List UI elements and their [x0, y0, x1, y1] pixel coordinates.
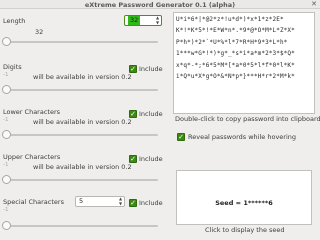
lower-include-label: Include [139, 110, 163, 118]
upper-include-checkbox[interactable]: ✓ [129, 155, 137, 163]
password-entry[interactable]: i*Q*u*X*g*O*&*N*p*}***H*r*2*M*k* [174, 71, 314, 82]
lower-note: will be available in version 0.2 [33, 118, 132, 126]
password-entry[interactable]: P*h*)*2*`*U*%*l*7*R*H*9*3*L*h* [174, 37, 314, 48]
special-min-value: -1 [3, 207, 9, 213]
digits-label: Digits [3, 63, 22, 71]
digits-min-value: -1 [3, 72, 9, 78]
seed-hint: Click to display the seed [205, 226, 285, 234]
length-slider-value: 32 [35, 28, 44, 36]
password-entry[interactable]: x*q*-*;*6*5*M*[*a*0*5*l*f*0*l*K* [174, 60, 314, 71]
title-bar: eXtreme Password Generator 0.1 (alpha) ✕ [0, 0, 320, 9]
spin-arrows-icon[interactable]: ▲ ▼ [155, 15, 160, 25]
upper-min-value: -1 [3, 162, 9, 168]
reveal-label: Reveal passwords while hovering [188, 133, 297, 141]
upper-slider-handle[interactable] [2, 175, 11, 184]
upper-slider-track[interactable] [8, 179, 158, 181]
lower-min-value: -1 [3, 117, 9, 123]
upper-note: will be available in version 0.2 [33, 163, 132, 171]
digits-note: will be available in version 0.2 [33, 73, 132, 81]
digits-slider-handle[interactable] [2, 85, 11, 94]
seed-text: Seed = 1******6 [215, 199, 273, 207]
upper-include-label: Include [139, 155, 163, 163]
password-entry[interactable]: K*!*K*5*!*E*W*n*.*9*@*O*M*L*Z*X* [174, 25, 314, 36]
seed-display[interactable]: Seed = 1******6 [176, 170, 312, 225]
digits-slider-track[interactable] [8, 89, 158, 91]
spin-arrows-icon[interactable]: ▲ ▼ [118, 196, 123, 206]
digits-include-checkbox[interactable]: ✓ [129, 65, 137, 73]
special-include-label: Include [139, 199, 163, 207]
upper-label: Upper Characters [3, 153, 61, 161]
lower-slider-handle[interactable] [2, 130, 11, 139]
length-slider-handle[interactable] [2, 37, 11, 46]
special-value: 5 [79, 197, 84, 205]
window-title: eXtreme Password Generator 0.1 (alpha) [84, 1, 236, 9]
password-entry[interactable]: U*i*6*|*@2*z*!u*d*)*x*1*z*2E* [174, 14, 314, 25]
special-slider-track[interactable] [8, 225, 158, 227]
special-spinbox[interactable]: 5 ▲ ▼ [75, 196, 125, 207]
lower-include-checkbox[interactable]: ✓ [129, 110, 137, 118]
password-list[interactable]: U*i*6*|*@2*z*!u*d*)*x*1*z*2E* K*!*K*5*!*… [173, 12, 315, 114]
length-label: Length [3, 17, 26, 25]
copy-hint: Double-click to copy password into clipb… [175, 115, 320, 123]
special-label: Special Characters [3, 198, 64, 206]
lower-slider-track[interactable] [8, 134, 158, 136]
length-spinbox[interactable]: 32 ▲ ▼ [124, 15, 162, 26]
special-include-checkbox[interactable]: ✓ [129, 199, 137, 207]
lower-label: Lower Characters [3, 108, 61, 116]
length-value: 32 [128, 16, 141, 25]
close-icon[interactable]: ✕ [311, 1, 317, 8]
special-slider-handle[interactable] [2, 221, 11, 230]
digits-include-label: Include [139, 65, 163, 73]
main-window: Length 32 ▲ ▼ 32 Digits ✓ Include -1 will… [0, 9, 320, 240]
reveal-checkbox[interactable]: ✓ [177, 133, 185, 141]
password-entry[interactable]: 1***w*G*!*)*g*_*s*i*a*m*2*3*$*Q* [174, 48, 314, 59]
length-slider-track[interactable] [8, 41, 158, 43]
